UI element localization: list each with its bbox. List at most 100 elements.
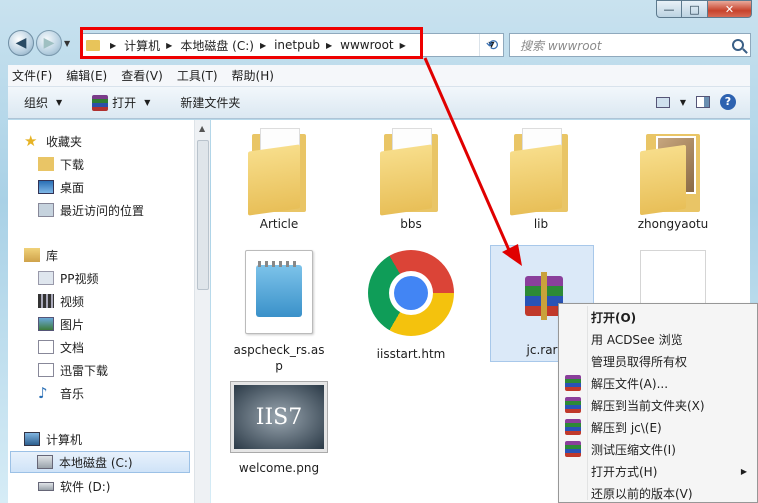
change-view-icon[interactable] xyxy=(655,96,670,108)
chevron-down-icon[interactable]: ▼ xyxy=(680,98,686,107)
file-item[interactable]: aspcheck_rs.asp xyxy=(227,250,331,374)
address-bar[interactable]: ▶ 计算机 ▶ 本地磁盘 (C:) ▶ inetpub ▶ wwwroot ▶ ▼ xyxy=(80,33,504,57)
nav-label: 软件 (D:) xyxy=(60,479,111,494)
menu-view[interactable]: 查看(V) xyxy=(121,67,163,84)
menu-edit[interactable]: 编辑(E) xyxy=(66,67,107,84)
menu-file[interactable]: 文件(F) xyxy=(12,67,52,84)
chevron-right-icon[interactable]: ▶ xyxy=(166,41,172,50)
breadcrumb-label: 计算机 xyxy=(124,38,161,53)
ctx-extract-files[interactable]: 解压文件(A)... xyxy=(561,372,755,394)
menu-help[interactable]: 帮助(H) xyxy=(232,67,274,84)
new-folder-button[interactable]: 新建文件夹 xyxy=(180,94,240,111)
view-controls: ▼ ? xyxy=(655,94,736,110)
desktop-icon xyxy=(38,180,54,194)
nav-label: 最近访问的位置 xyxy=(60,203,145,218)
nav-label: 音乐 xyxy=(60,386,85,401)
preview-pane-icon[interactable] xyxy=(696,96,710,108)
documents-icon xyxy=(38,340,54,354)
nav-local-disk-c[interactable]: 本地磁盘 (C:) xyxy=(10,451,190,473)
new-folder-label: 新建文件夹 xyxy=(180,96,241,110)
organize-button[interactable]: 组织 ▼ xyxy=(24,94,62,111)
submenu-arrow-icon: ▶ xyxy=(740,466,747,476)
breadcrumb-wwwroot[interactable]: ▶ wwwroot ▶ xyxy=(320,38,414,52)
nav-label: 视频 xyxy=(60,294,85,309)
nav-downloads[interactable]: 下载 xyxy=(38,153,84,175)
nav-soft-d[interactable]: 软件 (D:) xyxy=(38,475,110,497)
recent-pages-dropdown[interactable]: ▼ xyxy=(64,39,70,48)
pictures-icon xyxy=(38,317,54,331)
nav-desktop[interactable]: 桌面 xyxy=(38,176,84,198)
search-placeholder: 搜索 wwwroot xyxy=(520,38,602,53)
ctx-restore-previous[interactable]: 还原以前的版本(V) xyxy=(561,482,755,503)
breadcrumb-inetpub[interactable]: ▶ inetpub xyxy=(254,38,320,52)
nav-favorites[interactable]: ★ 收藏夹 xyxy=(24,130,82,152)
command-bar: 组织 ▼ 打开 ▼ 新建文件夹 ▼ ? xyxy=(8,87,750,119)
winrar-icon xyxy=(565,375,581,391)
iis-logo-text: IIS7 xyxy=(255,404,303,430)
ctx-test-archive[interactable]: 测试压缩文件(I) xyxy=(561,438,755,460)
winrar-icon xyxy=(565,419,581,435)
navigation-pane: ★ 收藏夹 下载 桌面 最近访问的位置 库 PP视频 视频 图片 文档 迅雷下载… xyxy=(8,120,210,503)
breadcrumb-computer[interactable]: ▶ 计算机 xyxy=(104,37,160,54)
ctx-extract-here[interactable]: 解压到当前文件夹(X) xyxy=(561,394,755,416)
nav-label: 本地磁盘 (C:) xyxy=(59,455,133,470)
search-icon[interactable] xyxy=(732,39,744,51)
context-menu: 打开(O) 用 ACDSee 浏览 管理员取得所有权 解压文件(A)... 解压… xyxy=(558,303,758,503)
chevron-right-icon[interactable]: ▶ xyxy=(260,41,266,50)
file-item[interactable]: IIS7 welcome.png xyxy=(227,382,331,476)
refresh-button[interactable]: ⟲ xyxy=(480,33,504,57)
window-controls: — □ ✕ xyxy=(656,0,752,18)
notepad-file-icon xyxy=(245,250,313,334)
star-icon: ★ xyxy=(24,132,38,150)
file-item[interactable]: bbs xyxy=(359,126,463,232)
forward-button[interactable]: ▶ xyxy=(36,30,62,56)
nav-label: PP视频 xyxy=(60,271,99,286)
minimize-button[interactable]: — xyxy=(656,0,682,18)
nav-music[interactable]: ♪ 音乐 xyxy=(38,382,84,404)
ctx-open[interactable]: 打开(O) xyxy=(561,306,755,328)
nav-label: 收藏夹 xyxy=(46,134,83,149)
scroll-thumb[interactable] xyxy=(197,140,209,290)
nav-label: 文档 xyxy=(60,340,85,355)
winrar-icon xyxy=(565,441,581,457)
file-item[interactable]: lib xyxy=(489,126,593,232)
ctx-extract-to-jc[interactable]: 解压到 jc\(E) xyxy=(561,416,755,438)
file-item[interactable]: iisstart.htm xyxy=(359,250,463,362)
chevron-right-icon[interactable]: ▶ xyxy=(400,41,406,50)
scroll-up-icon[interactable]: ▲ xyxy=(199,124,205,133)
chevron-right-icon[interactable]: ▶ xyxy=(110,41,116,50)
ctx-open-with[interactable]: 打开方式(H) ▶ xyxy=(561,460,755,482)
close-button[interactable]: ✕ xyxy=(708,0,752,18)
refresh-icon: ⟲ xyxy=(485,36,499,54)
nav-video[interactable]: 视频 xyxy=(38,290,84,312)
maximize-button[interactable]: □ xyxy=(682,0,708,18)
menu-bar: 文件(F) 编辑(E) 查看(V) 工具(T) 帮助(H) xyxy=(8,65,750,87)
nav-scrollbar[interactable]: ▲ xyxy=(194,120,210,503)
download-icon xyxy=(38,363,54,377)
breadcrumb-label: 本地磁盘 (C:) xyxy=(180,38,254,53)
help-icon[interactable]: ? xyxy=(720,94,736,110)
menu-tools[interactable]: 工具(T) xyxy=(177,67,218,84)
file-item[interactable]: zhongyaotu xyxy=(621,126,725,232)
nav-pp-video[interactable]: PP视频 xyxy=(38,267,98,289)
search-box[interactable]: 搜索 wwwroot xyxy=(509,33,751,57)
folder-icon xyxy=(640,126,704,216)
nav-xunlei[interactable]: 迅雷下载 xyxy=(38,359,108,381)
nav-pictures[interactable]: 图片 xyxy=(38,313,84,335)
image-thumbnail: IIS7 xyxy=(231,382,327,452)
folder-icon xyxy=(248,126,310,216)
nav-recent[interactable]: 最近访问的位置 xyxy=(38,199,144,221)
ctx-take-ownership[interactable]: 管理员取得所有权 xyxy=(561,350,755,372)
open-label: 打开 xyxy=(112,96,137,110)
nav-computer[interactable]: 计算机 xyxy=(24,428,82,450)
open-button[interactable]: 打开 ▼ xyxy=(92,94,150,111)
file-item[interactable]: Article xyxy=(227,126,331,232)
chevron-right-icon[interactable]: ▶ xyxy=(326,41,332,50)
folder-icon xyxy=(86,39,100,51)
nav-documents[interactable]: 文档 xyxy=(38,336,84,358)
back-button[interactable]: ◀ xyxy=(8,30,34,56)
library-folder-icon xyxy=(38,271,54,285)
ctx-acdsee[interactable]: 用 ACDSee 浏览 xyxy=(561,328,755,350)
breadcrumb-local-disk[interactable]: ▶ 本地磁盘 (C:) xyxy=(160,37,254,54)
nav-libraries[interactable]: 库 xyxy=(24,244,58,266)
